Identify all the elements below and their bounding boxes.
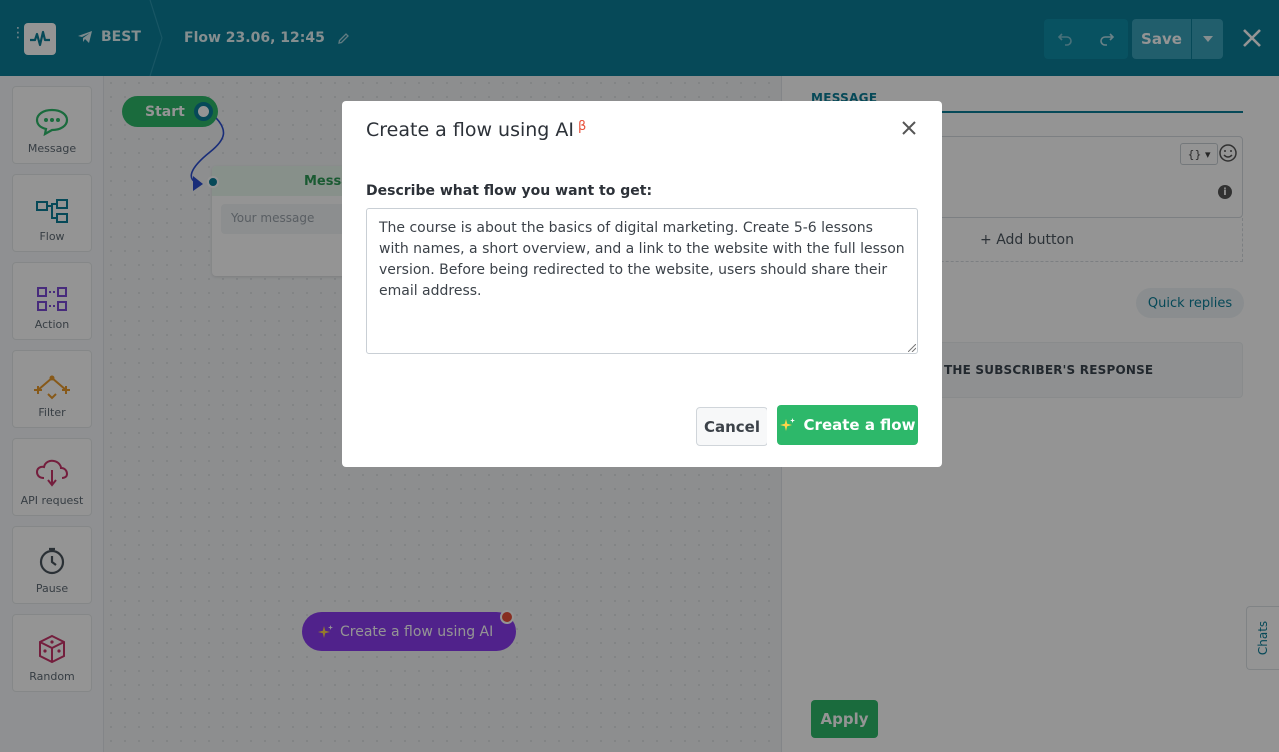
description-label: Describe what flow you want to get: [366,183,653,199]
sparkle-icon [779,418,795,431]
beta-badge: β [578,119,587,134]
create-flow-label: Create a flow [803,416,916,434]
resize-handle-icon[interactable] [908,344,916,352]
dialog-title-text: Create a flow using AI [366,119,574,141]
description-textarea[interactable]: The course is about the basics of digita… [366,208,918,354]
dialog-title: Create a flow using AI β [366,119,586,141]
create-flow-button[interactable]: Create a flow [777,405,918,445]
cancel-button[interactable]: Cancel [696,407,768,446]
dialog-close-icon[interactable] [900,119,918,137]
